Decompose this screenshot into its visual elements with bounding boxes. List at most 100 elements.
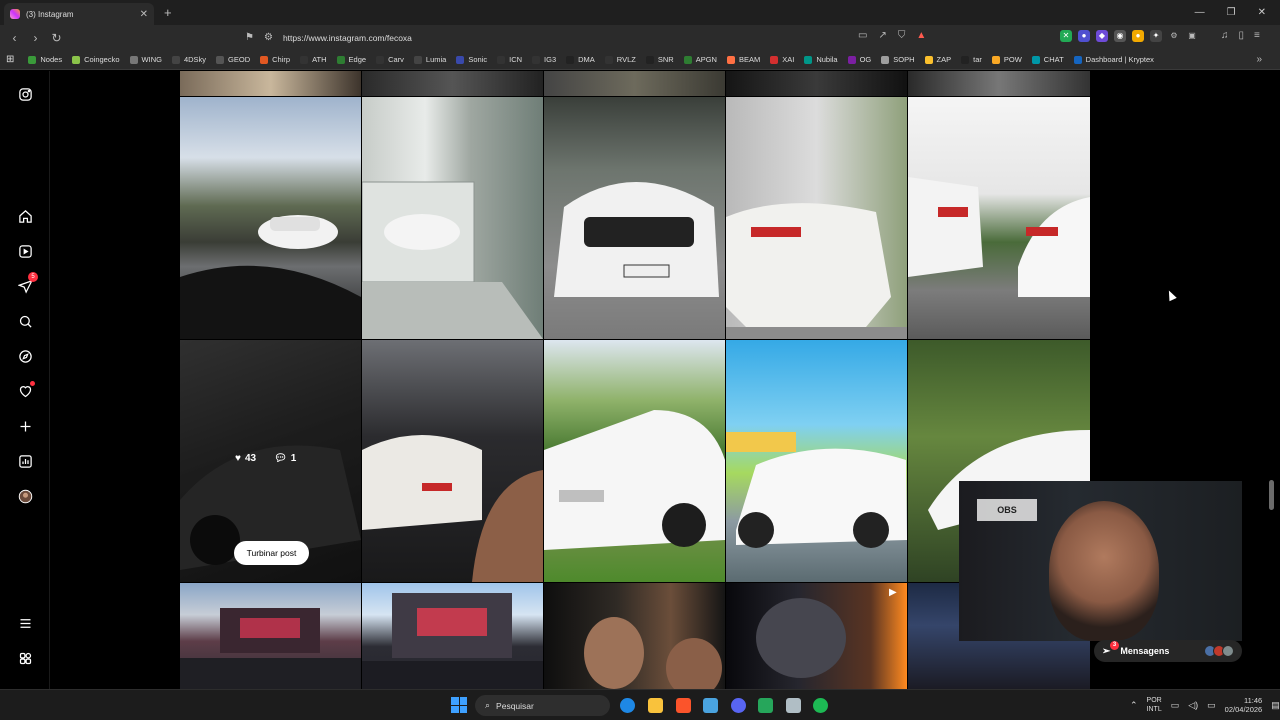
- media-icon[interactable]: ♫: [1221, 30, 1229, 41]
- apps-grid-icon[interactable]: ⊞: [6, 54, 14, 65]
- post-thumbnail[interactable]: [180, 583, 361, 689]
- create-icon[interactable]: [16, 417, 34, 435]
- post-thumbnail[interactable]: [362, 71, 543, 96]
- extension-icon[interactable]: ◉: [1114, 30, 1126, 42]
- post-thumbnail[interactable]: [362, 97, 543, 339]
- post-thumbnail[interactable]: [908, 97, 1090, 339]
- menu-icon[interactable]: ≡: [1254, 30, 1260, 41]
- brave-browser-icon[interactable]: [676, 698, 691, 713]
- clock[interactable]: 11:46 02/04/2026: [1225, 696, 1263, 714]
- bookmark-item[interactable]: Dashboard | Kryptex: [1073, 55, 1154, 64]
- page-scrollbar[interactable]: [1269, 480, 1274, 510]
- close-tab-icon[interactable]: ✕: [140, 9, 148, 20]
- bookmark-item[interactable]: BEAM: [726, 55, 760, 64]
- start-button-icon[interactable]: [451, 697, 467, 713]
- post-thumbnail[interactable]: [362, 583, 543, 689]
- search-icon[interactable]: [16, 312, 34, 330]
- notepad-icon[interactable]: [703, 698, 718, 713]
- extension-icon[interactable]: ▣: [1186, 30, 1198, 42]
- taskbar-search[interactable]: ⌕ Pesquisar: [475, 695, 610, 716]
- extension-icon[interactable]: ◆: [1096, 30, 1108, 42]
- close-window-icon[interactable]: ✕: [1258, 7, 1266, 18]
- network-icon[interactable]: ▭: [1171, 700, 1180, 711]
- extension-icon[interactable]: ●: [1078, 30, 1090, 42]
- more-menu-icon[interactable]: [16, 614, 34, 632]
- post-thumbnail[interactable]: [726, 97, 907, 339]
- share-icon[interactable]: ↗: [878, 30, 886, 41]
- input-language[interactable]: POR INTL: [1147, 696, 1162, 714]
- bookmark-item[interactable]: APGN: [683, 55, 717, 64]
- notifications-icon[interactable]: [16, 381, 35, 400]
- post-thumbnail[interactable]: [726, 340, 907, 582]
- cast-icon[interactable]: ▭: [858, 30, 867, 41]
- also-from-meta-icon[interactable]: [16, 649, 34, 667]
- bookmark-item[interactable]: IG3: [532, 55, 556, 64]
- post-thumbnail[interactable]: [180, 71, 361, 96]
- bookmark-item[interactable]: Edge: [336, 55, 366, 64]
- post-thumbnail[interactable]: [544, 71, 725, 96]
- bookmark-item[interactable]: ATH: [300, 55, 327, 64]
- bookmark-item[interactable]: Lumia: [413, 55, 446, 64]
- bookmarks-overflow-icon[interactable]: »: [1256, 54, 1262, 65]
- forward-icon[interactable]: ›: [26, 31, 45, 45]
- minimize-icon[interactable]: —: [1195, 7, 1205, 18]
- new-tab-icon[interactable]: +: [164, 5, 172, 20]
- bookmark-item[interactable]: SOPH: [881, 55, 915, 64]
- bookmark-item[interactable]: Carv: [376, 55, 404, 64]
- brave-rewards-icon[interactable]: ▲: [916, 30, 926, 41]
- bookmark-item[interactable]: XAI: [770, 55, 794, 64]
- brave-shield-icon[interactable]: ⛉: [898, 30, 906, 41]
- explore-icon[interactable]: [16, 347, 34, 365]
- bookmark-item[interactable]: CHAT: [1031, 55, 1064, 64]
- tray-expand-icon[interactable]: ⌃: [1130, 700, 1138, 711]
- messages-icon[interactable]: 5: [16, 272, 38, 295]
- instagram-logo-icon[interactable]: [16, 85, 34, 103]
- bookmark-item[interactable]: GEOD: [216, 55, 250, 64]
- post-thumbnail-hovered[interactable]: ♥ 43 💬︎ 1 Turbinar post: [180, 340, 361, 582]
- post-thumbnail[interactable]: [908, 71, 1090, 96]
- bookmark-item[interactable]: Nubila: [804, 55, 838, 64]
- bookmark-item[interactable]: Nodes: [28, 55, 62, 64]
- bookmark-item[interactable]: 4DSky: [171, 55, 206, 64]
- reels-icon[interactable]: [16, 242, 34, 260]
- post-thumbnail[interactable]: [362, 340, 543, 582]
- messages-button[interactable]: ➢ 3 Mensagens: [1094, 640, 1242, 662]
- post-thumbnail-video[interactable]: ▶: [726, 583, 907, 689]
- url-text[interactable]: https://www.instagram.com/fecoxa: [283, 33, 412, 43]
- bookmark-item[interactable]: WING: [129, 55, 162, 64]
- post-thumbnail[interactable]: [726, 71, 907, 96]
- boost-post-button[interactable]: Turbinar post: [234, 541, 309, 565]
- spreadsheet-app-icon[interactable]: [758, 698, 773, 713]
- browser-tab-instagram[interactable]: (3) Instagram ✕: [4, 3, 154, 25]
- bookmark-item[interactable]: Chirp: [260, 55, 290, 64]
- post-thumbnail[interactable]: [544, 340, 725, 582]
- maximize-icon[interactable]: ❐: [1227, 7, 1236, 18]
- address-field[interactable]: ⚑ ⚙ https://www.instagram.com/fecoxa: [245, 28, 945, 47]
- extension-icon[interactable]: ●: [1132, 30, 1144, 42]
- extension-icon[interactable]: ✦: [1150, 30, 1162, 42]
- volume-icon[interactable]: ◁): [1188, 700, 1198, 711]
- bookmark-item[interactable]: Coingecko: [72, 55, 120, 64]
- file-explorer-icon[interactable]: [648, 698, 663, 713]
- bookmark-item[interactable]: POW: [991, 55, 1022, 64]
- sidebar-icon[interactable]: ▯: [1239, 30, 1245, 41]
- post-thumbnail[interactable]: [180, 97, 361, 339]
- reload-icon[interactable]: ↻: [47, 31, 66, 45]
- bookmark-item[interactable]: ZAP: [924, 55, 951, 64]
- dashboard-icon[interactable]: [16, 452, 34, 470]
- discord-icon[interactable]: [731, 698, 746, 713]
- back-icon[interactable]: ‹: [5, 31, 24, 45]
- home-icon[interactable]: [16, 207, 34, 225]
- extensions-puzzle-icon[interactable]: ⚙: [1168, 30, 1180, 42]
- bookmark-item[interactable]: OG: [847, 55, 871, 64]
- edge-browser-icon[interactable]: [620, 698, 635, 713]
- post-thumbnail[interactable]: [544, 583, 725, 689]
- calculator-icon[interactable]: [786, 698, 801, 713]
- extension-icon[interactable]: ✕: [1060, 30, 1072, 42]
- bookmark-item[interactable]: SNR: [645, 55, 674, 64]
- post-thumbnail[interactable]: [544, 97, 725, 339]
- notification-center-icon[interactable]: ▤: [1271, 700, 1280, 711]
- bookmark-item[interactable]: ICN: [497, 55, 522, 64]
- bookmark-icon[interactable]: ⚑: [245, 32, 254, 43]
- bookmark-item[interactable]: tar: [961, 55, 982, 64]
